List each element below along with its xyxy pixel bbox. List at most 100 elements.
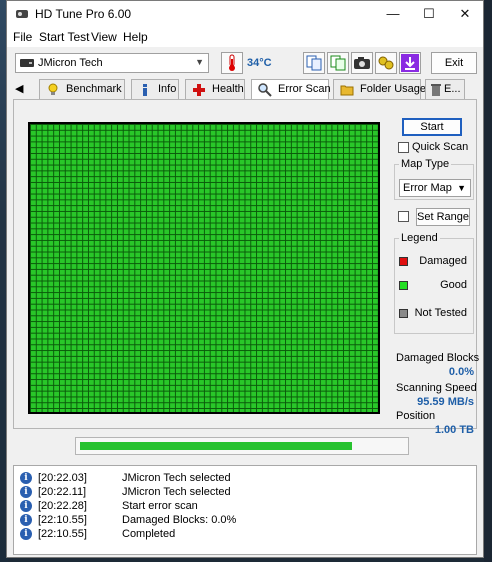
log-list: i [20:22.03] JMicron Tech selected i [20…	[13, 465, 477, 555]
tab-label: E...	[444, 83, 461, 95]
log-entry: i [22:10.55] Completed	[14, 528, 474, 542]
legend-damaged: Damaged	[419, 255, 467, 267]
exit-button[interactable]: Exit	[431, 52, 477, 74]
log-entry: i [20:22.28] Start error scan	[14, 500, 474, 514]
minimize-button[interactable]: —	[375, 1, 411, 27]
copy-info-button[interactable]	[303, 52, 325, 74]
map-type-select[interactable]: Error Map ▼	[399, 179, 471, 197]
tab-info[interactable]: Info	[131, 79, 179, 99]
log-message: JMicron Tech selected	[122, 486, 231, 498]
info-icon: i	[20, 500, 32, 512]
close-button[interactable]: ✕	[447, 1, 483, 27]
not-tested-swatch	[399, 309, 408, 318]
drive-select[interactable]: JMicron Tech ▼	[15, 53, 209, 73]
temperature-readout: 34°C	[247, 57, 272, 69]
scanning-speed-value: 95.59 MB/s	[417, 396, 474, 408]
log-message: Completed	[122, 528, 176, 540]
progress-fill	[80, 442, 352, 450]
camera-icon	[354, 57, 370, 69]
tab-label: Health	[212, 83, 244, 95]
error-scan-panel: Start Quick Scan Map Type Error Map ▼ Se…	[13, 99, 480, 436]
menu-help[interactable]: Help	[123, 30, 148, 44]
app-logo-icon	[16, 10, 28, 18]
maximize-button[interactable]: ☐	[411, 1, 447, 27]
info-icon: i	[20, 514, 32, 526]
tab-error-scan[interactable]: Error Scan	[251, 79, 331, 100]
legend-title: Legend	[399, 232, 440, 244]
toolbar: JMicron Tech ▼ 34°C Exit	[7, 47, 483, 79]
desktop-background-right	[484, 0, 492, 562]
menu-start-test[interactable]: Start Test	[39, 30, 89, 44]
log-entry: i [20:22.03] JMicron Tech selected	[14, 472, 474, 486]
log-entry: i [22:10.55] Damaged Blocks: 0.0%	[14, 514, 474, 528]
tab-bar: ◀ Benchmark Info Health Error Scan Folde…	[7, 79, 483, 100]
info-icon	[143, 84, 147, 96]
quick-scan-checkbox[interactable]	[398, 142, 409, 153]
scanning-speed-label: Scanning Speed	[396, 382, 477, 394]
download-arrow-icon	[401, 54, 419, 72]
temperature-button[interactable]	[221, 52, 243, 74]
drive-name: JMicron Tech	[38, 57, 103, 69]
tab-scroll-left-icon[interactable]: ◀	[15, 82, 23, 95]
screenshot-button[interactable]	[351, 52, 373, 74]
tab-label: Error Scan	[278, 83, 331, 95]
tab-label: Folder Usage	[360, 83, 427, 95]
legend-group: Legend Damaged Good Not Tested	[394, 232, 474, 334]
progress-area	[13, 433, 477, 461]
tab-label: Benchmark	[66, 83, 122, 95]
info-icon: i	[20, 486, 32, 498]
progress-bar	[75, 437, 409, 455]
error-map	[28, 122, 380, 414]
tab-folder-usage[interactable]: Folder Usage	[333, 79, 426, 99]
app-window: HD Tune Pro 6.00 — ☐ ✕ File Start Test V…	[6, 0, 484, 558]
log-time: [22:10.55]	[38, 514, 87, 526]
title-bar: HD Tune Pro 6.00 — ☐ ✕	[7, 1, 483, 27]
options-icon	[378, 56, 394, 70]
map-type-group: Map Type Error Map ▼	[394, 158, 474, 200]
copy-text-icon	[330, 55, 346, 71]
legend-not-tested: Not Tested	[414, 307, 467, 319]
log-time: [20:22.11]	[38, 486, 87, 498]
info-icon: i	[20, 528, 32, 540]
log-time: [20:22.03]	[38, 472, 87, 484]
copy-info-icon	[306, 55, 322, 71]
magnifier-icon	[258, 83, 272, 97]
log-message: Start error scan	[122, 500, 198, 512]
save-button[interactable]	[399, 52, 421, 74]
trash-icon	[431, 84, 441, 96]
health-cross-icon	[193, 84, 205, 96]
chevron-down-icon: ▼	[195, 57, 204, 67]
info-icon: i	[20, 472, 32, 484]
map-type-value: Error Map	[403, 182, 452, 194]
menu-view[interactable]: View	[91, 30, 117, 44]
log-message: Damaged Blocks: 0.0%	[122, 514, 237, 526]
log-time: [20:22.28]	[38, 500, 87, 512]
thermometer-icon	[229, 54, 235, 71]
options-button[interactable]	[375, 52, 397, 74]
set-range-checkbox[interactable]	[398, 211, 409, 222]
tab-health[interactable]: Health	[185, 79, 245, 99]
set-range-button[interactable]: Set Range	[416, 208, 470, 226]
error-map-grid	[30, 124, 378, 412]
menu-file[interactable]: File	[13, 30, 32, 44]
chevron-down-icon: ▼	[457, 183, 466, 193]
start-button[interactable]: Start	[402, 118, 462, 136]
tab-label: Info	[158, 83, 177, 95]
tab-benchmark[interactable]: Benchmark	[39, 79, 125, 99]
hard-drive-icon	[20, 59, 34, 67]
log-time: [22:10.55]	[38, 528, 87, 540]
quick-scan-label: Quick Scan	[412, 141, 469, 153]
legend-good: Good	[440, 279, 467, 291]
folder-icon	[340, 85, 354, 96]
tab-erase[interactable]: E...	[425, 79, 465, 99]
damaged-blocks-label: Damaged Blocks	[396, 352, 480, 364]
window-title: HD Tune Pro 6.00	[35, 7, 132, 21]
lightbulb-icon	[48, 83, 58, 95]
position-label: Position	[396, 410, 436, 422]
damaged-swatch	[399, 257, 408, 266]
map-type-title: Map Type	[399, 158, 452, 170]
damaged-blocks-value: 0.0%	[448, 366, 474, 378]
copy-text-button[interactable]	[327, 52, 349, 74]
menu-bar: File Start Test View Help	[7, 27, 483, 47]
good-swatch	[399, 281, 408, 290]
